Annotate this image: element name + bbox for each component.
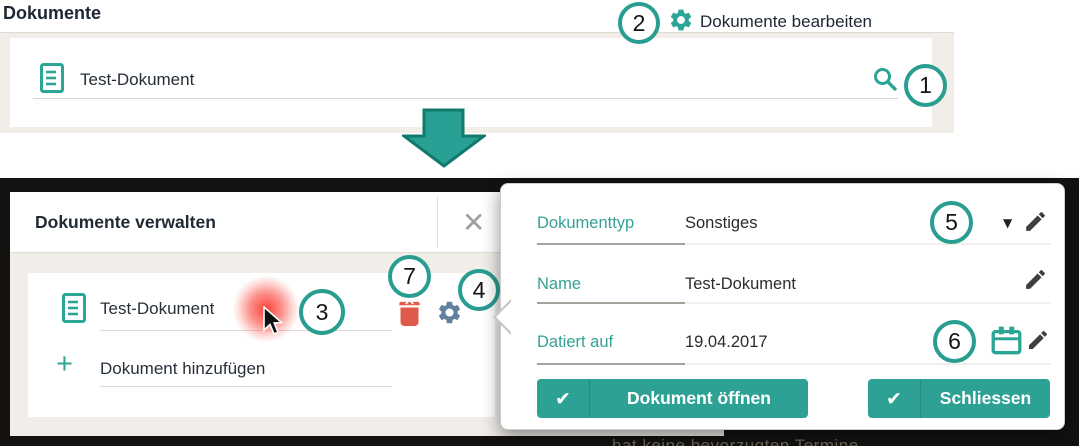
screenshot-root: Dokumente 2 Dokumente bearbeiten Test-Do… [0,0,1079,446]
down-arrow-icon [402,108,486,168]
close-button-label: Schliessen [939,388,1032,408]
field-underline [537,243,685,245]
add-document-button[interactable]: Dokument hinzufügen [100,359,265,379]
annotation-number: 7 [403,263,416,289]
document-row-dialog[interactable]: Test-Dokument [100,299,214,319]
check-icon: ✔ [868,379,921,418]
dimmed-background-text: hat keine bevorzugten Termine [612,436,859,446]
open-document-button-label: Dokument öffnen [627,388,771,408]
mouse-cursor-icon [262,306,286,338]
annotation-badge-3: 3 [299,289,345,335]
popup-pointer [496,301,512,333]
documents-panel-title: Dokumente [3,3,102,23]
annotation-badge-1: 1 [904,64,947,107]
gear-icon[interactable] [436,299,463,326]
annotation-badge-5: 5 [930,201,973,244]
document-icon [40,63,64,93]
pencil-icon[interactable] [1023,209,1048,234]
row-underline [33,98,898,99]
annotation-number: 2 [632,9,646,36]
close-icon[interactable]: ✕ [462,206,485,239]
close-button[interactable]: ✔ Schliessen [868,379,1050,418]
field-label-dokumenttyp: Dokumenttyp [537,214,635,232]
document-row-top[interactable]: Test-Dokument [80,70,194,90]
field-underline [537,302,685,304]
annotation-number: 1 [919,72,932,98]
dialog-header-divider [437,196,438,248]
field-label-datiert-auf: Datiert auf [537,333,614,351]
field-underline [685,302,1051,304]
annotation-badge-2: 2 [618,2,660,44]
field-value-dokumenttyp: Sonstiges [685,214,758,232]
edit-documents-button[interactable]: Dokumente bearbeiten [700,12,872,32]
field-underline [537,363,685,365]
dialog-title: Dokumente verwalten [35,212,216,232]
search-icon[interactable] [872,66,898,92]
annotation-number: 6 [948,328,961,354]
document-icon [62,293,86,323]
check-icon: ✔ [537,379,590,418]
annotation-badge-6: 6 [933,320,976,363]
pencil-icon[interactable] [1023,267,1048,292]
field-underline [685,243,1051,245]
field-label-name: Name [537,275,582,293]
annotation-badge-7: 7 [388,255,431,298]
annotation-number: 5 [945,209,958,235]
annotation-number: 3 [315,298,329,325]
calendar-icon[interactable] [991,325,1022,356]
plus-icon: + [56,348,73,380]
row-underline [100,386,392,387]
annotation-number: 4 [472,276,486,303]
gear-icon[interactable] [668,7,694,33]
pencil-icon[interactable] [1026,328,1050,352]
field-underline [685,363,1051,365]
trash-icon[interactable] [396,297,423,327]
field-value-datiert-auf: 19.04.2017 [685,333,768,351]
chevron-down-icon[interactable]: ▼ [1003,216,1012,230]
field-value-name: Test-Dokument [685,275,796,293]
open-document-button[interactable]: ✔ Dokument öffnen [537,379,808,418]
